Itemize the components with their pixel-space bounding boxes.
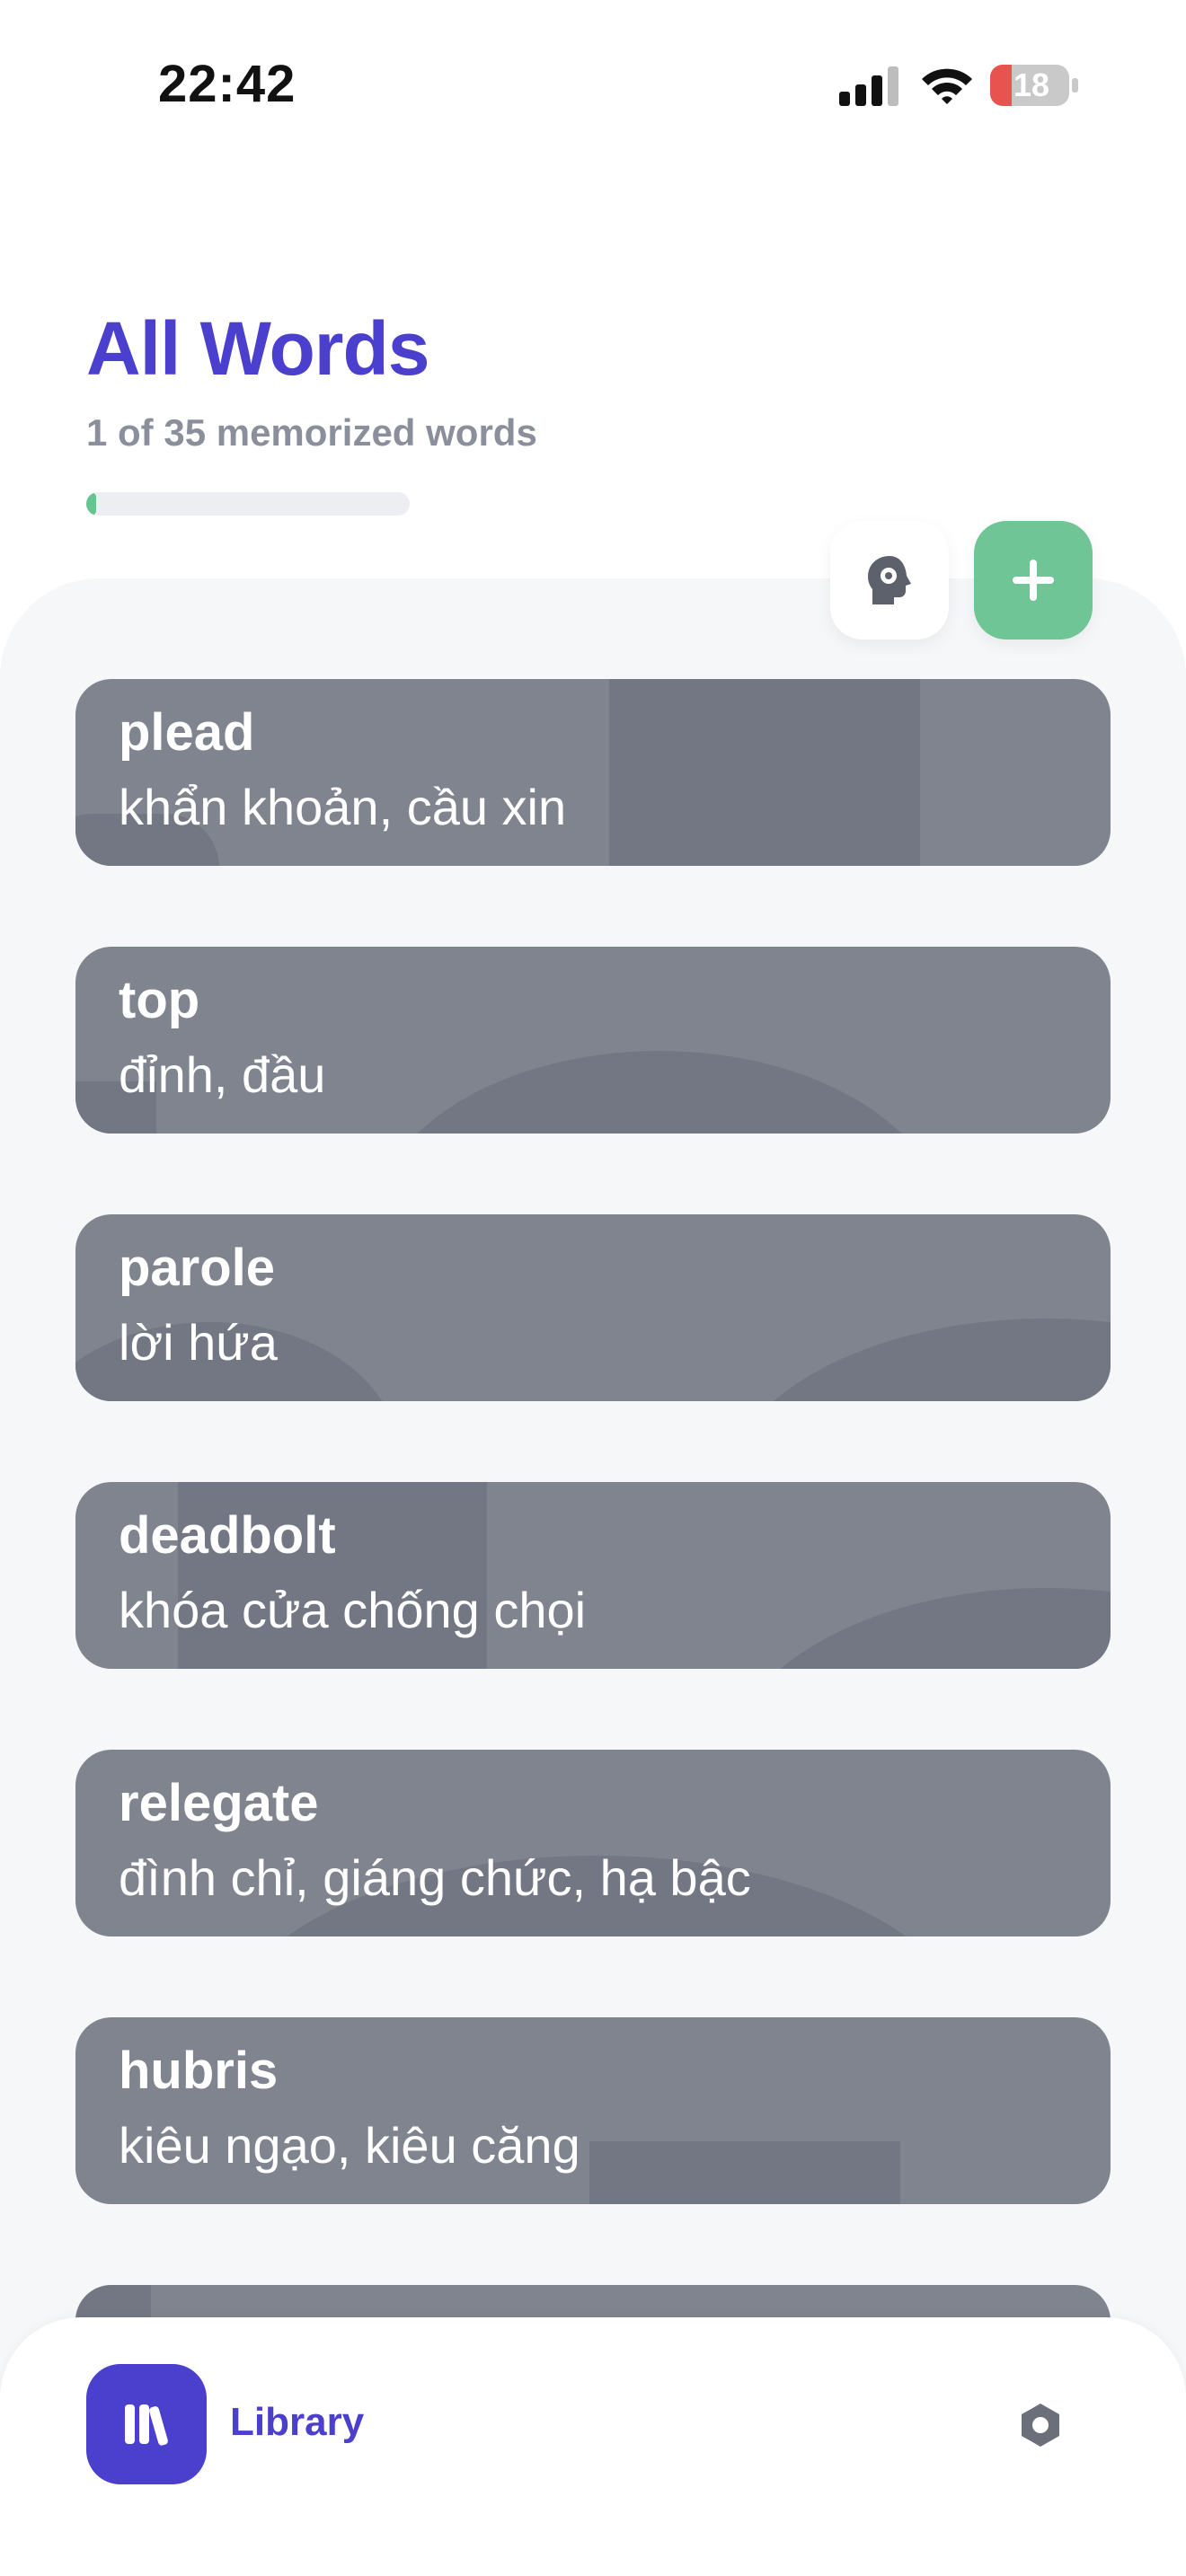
- status-bar: 22:42 18: [0, 0, 1186, 171]
- word-meaning: kiêu ngạo, kiêu căng: [119, 2117, 580, 2174]
- word-card[interactable]: top đỉnh, đầu: [75, 947, 1111, 1134]
- card-decoration: [372, 1051, 947, 1134]
- word-meaning: đình chỉ, giáng chức, hạ bậc: [119, 1849, 751, 1906]
- add-word-button[interactable]: [974, 521, 1093, 640]
- memorized-progress-bar: [86, 492, 410, 516]
- library-icon: [125, 2404, 168, 2446]
- library-tab-button[interactable]: [86, 2364, 207, 2484]
- card-decoration: [722, 1319, 1111, 1401]
- memorized-count: 1 of 35 memorized words: [86, 411, 537, 454]
- cellular-signal-icon: [839, 66, 898, 106]
- library-tab-label[interactable]: Library: [230, 2400, 364, 2445]
- word-card[interactable]: deadbolt khóa cửa chống chọi: [75, 1482, 1111, 1669]
- word-term: relegate: [119, 1774, 319, 1832]
- word-term: top: [119, 971, 200, 1029]
- word-card[interactable]: hubris kiêu ngạo, kiêu căng: [75, 2017, 1111, 2204]
- word-card[interactable]: parole lời hứa: [75, 1214, 1111, 1401]
- head-icon: [868, 556, 911, 604]
- word-meaning: khẩn khoản, cầu xin: [119, 779, 567, 835]
- plus-icon: [1013, 560, 1054, 601]
- word-meaning: đỉnh, đầu: [119, 1046, 326, 1103]
- wifi-icon: [922, 68, 972, 104]
- gear-icon: [1022, 2404, 1059, 2447]
- word-meaning: lời hứa: [119, 1314, 278, 1371]
- word-term: plead: [119, 703, 255, 762]
- word-term: deadbolt: [119, 1506, 336, 1565]
- word-term: parole: [119, 1239, 276, 1297]
- word-card[interactable]: plead khẩn khoản, cầu xin: [75, 679, 1111, 866]
- word-meaning: khóa cửa chống chọi: [119, 1582, 587, 1638]
- memorize-button[interactable]: [830, 521, 949, 640]
- card-decoration: [609, 679, 920, 866]
- battery-level: 18: [1013, 66, 1050, 103]
- word-term: hubris: [119, 2042, 279, 2100]
- memorized-progress-fill: [86, 492, 96, 516]
- screen: 22:42 18 All Words 1 of 35 memorized wor…: [0, 0, 1186, 2576]
- word-card[interactable]: relegate đình chỉ, giáng chức, hạ bậc: [75, 1750, 1111, 1936]
- page-title: All Words: [86, 306, 429, 391]
- card-decoration: [589, 2141, 900, 2204]
- card-decoration: [722, 1588, 1111, 1669]
- bottom-tab-bar: Library: [0, 2317, 1186, 2576]
- settings-tab-button[interactable]: [1005, 2389, 1076, 2461]
- status-time: 22:42: [158, 55, 296, 113]
- word-list: plead khẩn khoản, cầu xin top đỉnh, đầu …: [75, 679, 1111, 2553]
